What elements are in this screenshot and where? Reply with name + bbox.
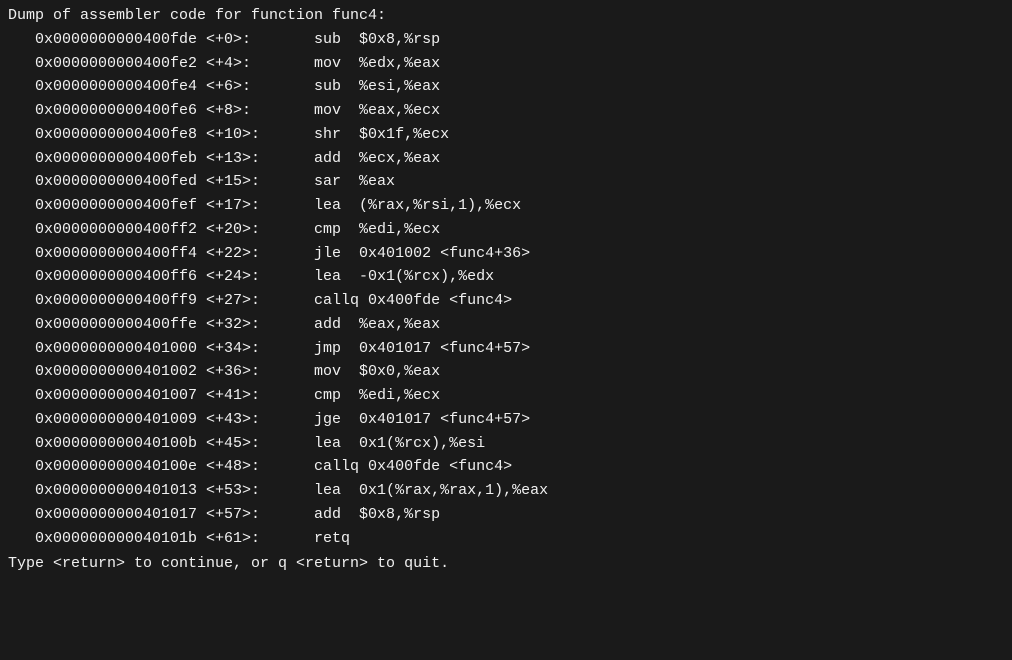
instruction-row: 0x0000000000400fef <+17>: lea (%rax,%rsi… (0, 194, 1012, 218)
instruction-row: 0x0000000000400ff6 <+24>: lea -0x1(%rcx)… (0, 265, 1012, 289)
instruction-row: 0x0000000000400fed <+15>: sar %eax (0, 170, 1012, 194)
instruction-row: 0x000000000040101b <+61>: retq (0, 527, 1012, 551)
instruction-row: 0x0000000000400fe8 <+10>: shr $0x1f,%ecx (0, 123, 1012, 147)
instruction-row: 0x0000000000401002 <+36>: mov $0x0,%eax (0, 360, 1012, 384)
instruction-row: 0x0000000000400fde <+0>: sub $0x8,%rsp (0, 28, 1012, 52)
instruction-row: 0x000000000040100e <+48>: callq 0x400fde… (0, 455, 1012, 479)
instruction-row: 0x0000000000400ff4 <+22>: jle 0x401002 <… (0, 242, 1012, 266)
instructions-container: 0x0000000000400fde <+0>: sub $0x8,%rsp 0… (0, 28, 1012, 551)
instruction-row: 0x0000000000400fe2 <+4>: mov %edx,%eax (0, 52, 1012, 76)
instruction-row: 0x0000000000401007 <+41>: cmp %edi,%ecx (0, 384, 1012, 408)
instruction-row: 0x0000000000400ff9 <+27>: callq 0x400fde… (0, 289, 1012, 313)
instruction-row: 0x000000000040100b <+45>: lea 0x1(%rcx),… (0, 432, 1012, 456)
header-text: Dump of assembler code for function func… (8, 5, 386, 27)
terminal-window: Dump of assembler code for function func… (0, 0, 1012, 660)
footer-line: Type <return> to continue, or q <return>… (0, 552, 1012, 576)
footer-text: Type <return> to continue, or q <return>… (8, 553, 449, 575)
instruction-row: 0x0000000000400fe4 <+6>: sub %esi,%eax (0, 75, 1012, 99)
instruction-row: 0x0000000000400ff2 <+20>: cmp %edi,%ecx (0, 218, 1012, 242)
instruction-row: 0x0000000000401009 <+43>: jge 0x401017 <… (0, 408, 1012, 432)
instruction-row: 0x0000000000401000 <+34>: jmp 0x401017 <… (0, 337, 1012, 361)
instruction-row: 0x0000000000401013 <+53>: lea 0x1(%rax,%… (0, 479, 1012, 503)
instruction-row: 0x0000000000400fe6 <+8>: mov %eax,%ecx (0, 99, 1012, 123)
instruction-row: 0x0000000000401017 <+57>: add $0x8,%rsp (0, 503, 1012, 527)
instruction-row: 0x0000000000400ffe <+32>: add %eax,%eax (0, 313, 1012, 337)
header-line: Dump of assembler code for function func… (0, 4, 1012, 28)
instruction-row: 0x0000000000400feb <+13>: add %ecx,%eax (0, 147, 1012, 171)
